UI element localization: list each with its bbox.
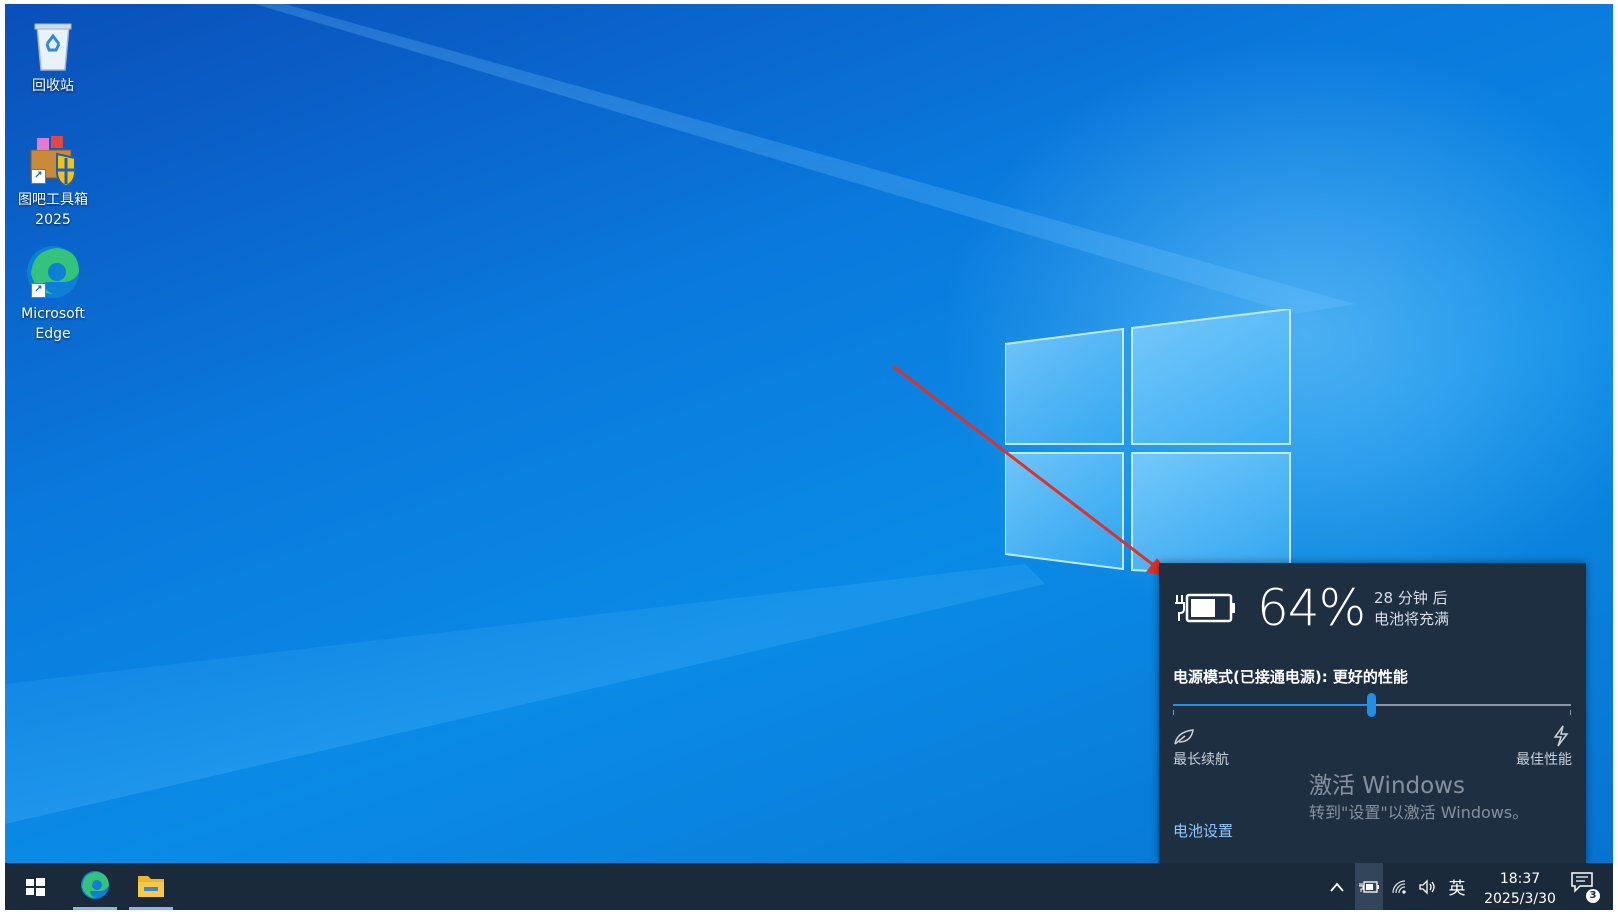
slider-tick (1570, 710, 1571, 715)
taskbar-clock[interactable]: 18:37 2025/3/30 (1475, 869, 1565, 909)
activate-windows-subtitle: 转到"设置"以激活 Windows。 (1309, 803, 1529, 822)
time-remaining: 28 分钟 后 (1374, 589, 1448, 607)
edge-icon: ↗ (23, 242, 83, 302)
slider-track-filled (1173, 704, 1371, 706)
battery-percent: 64% (1257, 579, 1366, 637)
shortcut-arrow-icon: ↗ (31, 169, 46, 184)
power-mode-slider[interactable] (1173, 693, 1571, 717)
desktop-icon-recycle-bin[interactable]: 回收站 (15, 14, 91, 96)
battery-flyout: 64% 28 分钟 后 电池将充满 电源模式(已接通电源): 更好的性能 最长续… (1159, 563, 1586, 863)
power-mode-label: 电源模式(已接通电源): 更好的性能 (1173, 668, 1408, 686)
toolbox-icon: ↗ (23, 128, 83, 188)
slider-tick (1173, 710, 1174, 715)
slider-left-label: 最长续航 (1173, 752, 1229, 768)
active-indicator (129, 907, 173, 910)
slider-thumb[interactable] (1367, 693, 1376, 717)
taskbar: 英 18:37 2025/3/30 3 (5, 863, 1613, 910)
slider-right-label: 最佳性能 (1516, 752, 1572, 768)
taskbar-file-explorer-button[interactable] (124, 863, 178, 910)
wifi-icon (1392, 879, 1406, 894)
battery-settings-link[interactable]: 电池设置 (1173, 820, 1233, 841)
battery-charging-icon (1175, 593, 1235, 623)
speaker-icon (1419, 878, 1435, 895)
tray-battery-button[interactable] (1355, 863, 1383, 910)
leaf-icon (1174, 729, 1194, 745)
windows-start-icon (26, 878, 45, 896)
clock-date: 2025/3/30 (1484, 891, 1556, 907)
tray-volume-button[interactable] (1415, 863, 1441, 910)
clock-time: 18:37 (1499, 871, 1541, 887)
desktop-icon-label: 图吧工具箱 2025 (18, 192, 88, 228)
light-beam (5, 564, 1045, 824)
edge-icon (81, 871, 109, 899)
tray-ime-button[interactable]: 英 (1443, 863, 1471, 910)
battery-charging-icon (1359, 880, 1379, 893)
light-beam (255, 4, 1355, 314)
folder-icon (138, 876, 164, 897)
notification-count-badge: 3 (1586, 889, 1600, 903)
tray-network-button[interactable] (1387, 863, 1413, 910)
show-hidden-icons-button[interactable] (1323, 863, 1351, 910)
recycle-bin-icon (23, 14, 83, 74)
desktop-icon-label: 回收站 (32, 78, 74, 94)
lightning-icon (1553, 725, 1569, 747)
action-center-button[interactable]: 3 (1570, 871, 1600, 903)
time-caption: 电池将充满 (1374, 610, 1450, 628)
desktop-icon-label: Microsoft Edge (21, 306, 85, 342)
activate-windows-title: 激活 Windows (1309, 773, 1465, 799)
start-button[interactable] (13, 863, 57, 910)
desktop-icon-edge[interactable]: ↗ Microsoft Edge (15, 242, 91, 344)
slider-track-empty (1371, 704, 1571, 706)
taskbar-edge-button[interactable] (68, 863, 122, 910)
active-indicator (73, 907, 117, 910)
windows-wallpaper-logo (1005, 309, 1291, 581)
chevron-up-icon (1330, 882, 1344, 892)
shortcut-arrow-icon: ↗ (31, 283, 46, 298)
desktop-icon-tuba-toolbox[interactable]: ↗ 图吧工具箱 2025 (15, 128, 91, 230)
